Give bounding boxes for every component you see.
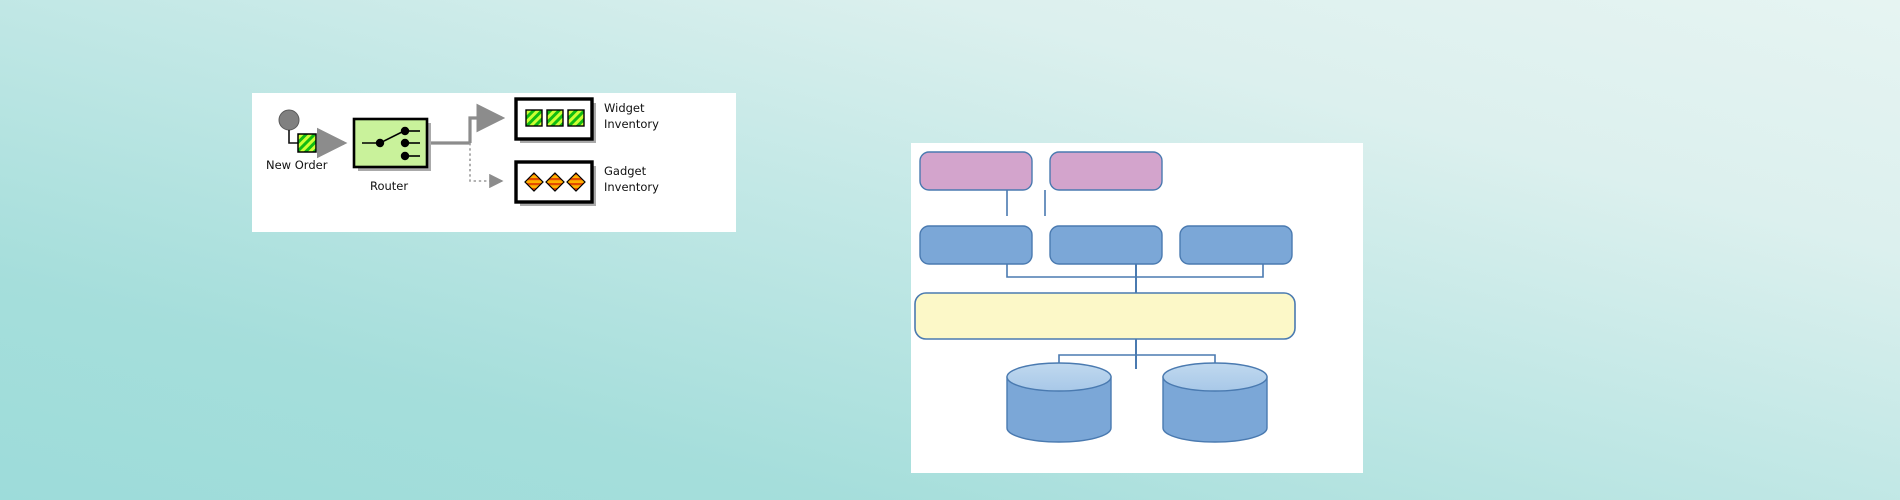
gadget-inventory-label-line1: Gadget [604, 164, 647, 178]
source-circle-icon [278, 109, 300, 131]
tier-4-datastores [1006, 362, 1268, 443]
new-order-source [278, 109, 317, 153]
edge-router-to-widget [468, 103, 506, 143]
tier-3-bus [914, 292, 1296, 340]
tier2-block[interactable] [1179, 225, 1293, 265]
screenshot-canvas: New Order Router Widget Inventory Gadget… [0, 0, 1900, 500]
architecture-diagram-panel [911, 143, 1363, 473]
new-order-label: New Order [266, 158, 328, 172]
widget-token-icon [546, 109, 564, 127]
tier1-block[interactable] [1049, 151, 1163, 191]
cylinder-top [1006, 362, 1112, 392]
gadget-tokens [524, 172, 586, 192]
widget-inventory-label-line1: Widget [604, 101, 645, 115]
datastore-cylinder[interactable] [1006, 362, 1112, 443]
router-node [352, 117, 431, 171]
router-label: Router [370, 179, 408, 193]
edge-router-to-gadget [469, 143, 504, 189]
new-order-token-icon [297, 133, 317, 153]
widget-inventory-label-line2: Inventory [604, 117, 659, 131]
tier2-block[interactable] [1049, 225, 1163, 265]
widget-inventory-node [514, 97, 596, 143]
routing-diagram-panel: New Order Router Widget Inventory Gadget… [252, 93, 736, 232]
datastore-cylinder[interactable] [1162, 362, 1268, 443]
tier1-block[interactable] [919, 151, 1033, 191]
gadget-inventory-node [514, 160, 596, 206]
architecture-connectors [1006, 190, 1264, 369]
gadget-inventory-label-line2: Inventory [604, 180, 659, 194]
cylinder-top [1162, 362, 1268, 392]
widget-token-icon [567, 109, 585, 127]
routing-diagram-svg: New Order Router Widget Inventory Gadget… [266, 97, 659, 206]
tier-1-clients [919, 151, 1163, 191]
tier2-block[interactable] [919, 225, 1033, 265]
widget-token-icon [525, 109, 543, 127]
architecture-diagram-svg [914, 151, 1296, 443]
source-connector [288, 130, 298, 144]
tier3-bus-block[interactable] [914, 292, 1296, 340]
tier-2-services [919, 225, 1293, 265]
